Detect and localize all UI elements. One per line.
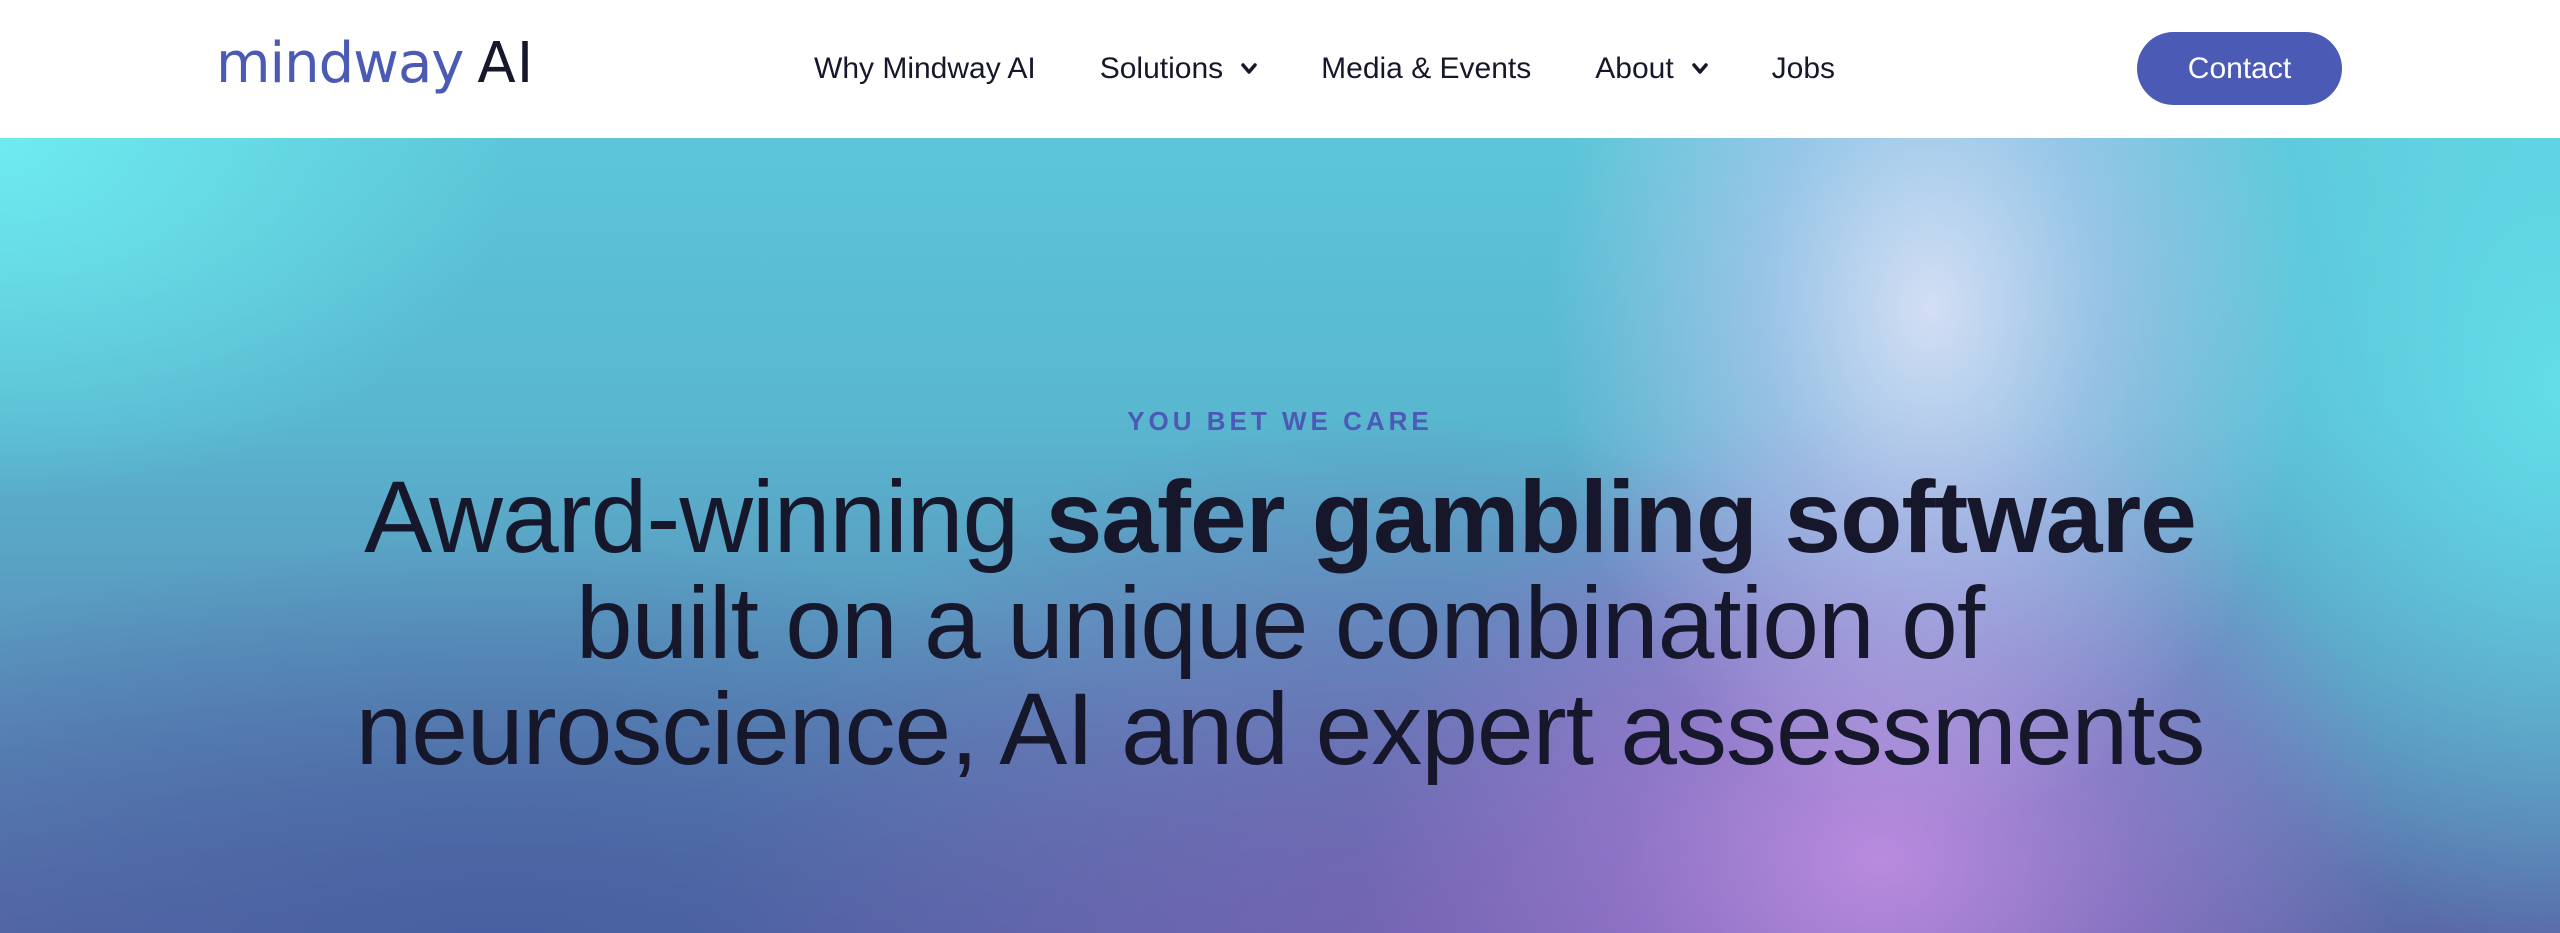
main-nav: Why Mindway AI Solutions Media & Events …: [814, 0, 1835, 138]
nav-item-label: Why Mindway AI: [814, 52, 1036, 85]
headline-regular-text: Award-winning: [364, 460, 1046, 574]
hero-headline: Award-winning safer gambling software bu…: [280, 464, 2280, 782]
nav-item-label: About: [1595, 52, 1674, 85]
headline-line-2: built on a unique combination of: [575, 566, 1985, 680]
logo-wordmark: mindway: [216, 30, 464, 96]
chevron-down-icon: [1691, 63, 1708, 74]
nav-item-media-events[interactable]: Media & Events: [1321, 52, 1531, 86]
headline-line-3: neuroscience, AI and expert assessments: [355, 672, 2205, 786]
nav-item-why-mindway-ai[interactable]: Why Mindway AI: [814, 52, 1036, 86]
nav-item-label: Jobs: [1771, 52, 1836, 85]
logo-ai-suffix: AI: [477, 30, 535, 96]
mindway-ai-logo[interactable]: mindway AI: [216, 28, 534, 98]
contact-button[interactable]: Contact: [2137, 32, 2342, 105]
nav-item-jobs[interactable]: Jobs: [1772, 52, 1835, 86]
nav-item-label: Media & Events: [1321, 52, 1532, 85]
nav-item-label: Solutions: [1099, 52, 1224, 85]
hero-section: YOU BET WE CARE Award-winning safer gamb…: [0, 138, 2560, 933]
headline-bold-text: safer gambling software: [1045, 460, 2197, 574]
hero-eyebrow: YOU BET WE CARE: [1127, 406, 1433, 436]
nav-item-about[interactable]: About: [1595, 52, 1708, 86]
site-header: mindway AI Why Mindway AI Solutions Medi…: [0, 0, 2560, 138]
chevron-down-icon: [1241, 63, 1257, 74]
nav-item-solutions[interactable]: Solutions: [1100, 52, 1257, 86]
